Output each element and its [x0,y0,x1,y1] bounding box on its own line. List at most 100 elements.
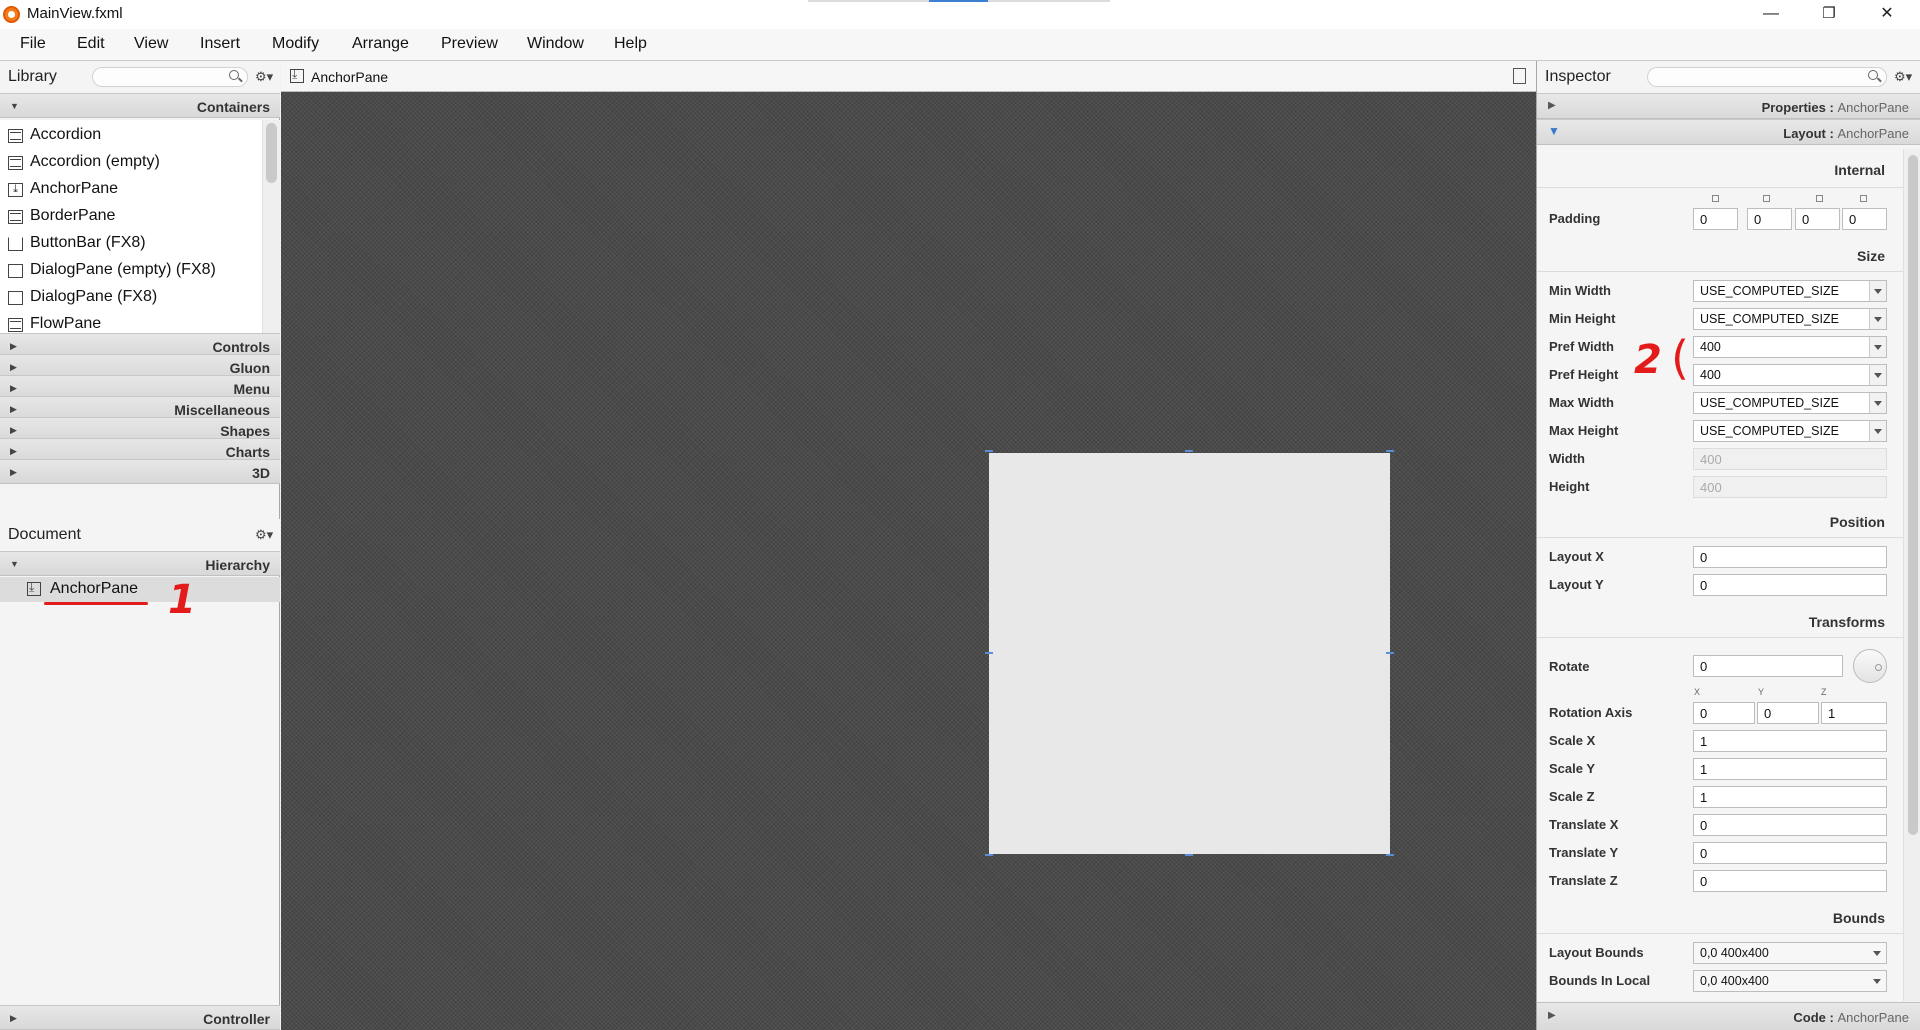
padding-top-icon [1712,195,1719,202]
inspector-section-properties[interactable]: ▶ Properties : AnchorPane [1537,93,1920,119]
rotate-dial[interactable] [1853,649,1887,683]
menu-file[interactable]: File [20,35,46,53]
layout-y-field[interactable]: 0 [1693,574,1887,596]
library-item-dialogpane-empty[interactable]: DialogPane (empty) (FX8) [0,257,262,284]
resize-handle[interactable] [985,652,993,654]
rotation-axis-y-field[interactable]: 0 [1757,702,1819,724]
scale-y-field[interactable]: 1 [1693,758,1887,780]
anchorpane-icon [290,67,304,83]
inspector-settings-gear-icon[interactable]: ⚙▾ [1894,69,1912,85]
chevron-down-icon[interactable] [1869,971,1886,991]
annotation-number-two: 2 [1634,337,1662,383]
breadcrumb-anchorpane[interactable]: AnchorPane [311,69,388,85]
flowpane-icon [8,318,23,332]
chevron-down-icon[interactable] [1869,943,1886,963]
hierarchy-item-anchorpane[interactable]: AnchorPane [0,577,280,602]
scroll-thumb[interactable] [266,123,277,183]
document-header: Document ⚙▾ [0,519,280,551]
pref-width-combo[interactable]: 400 [1693,336,1887,358]
inspector-section-code[interactable]: ▶ Code : AnchorPane [1537,1002,1920,1030]
min-width-combo[interactable]: USE_COMPUTED_SIZE [1693,280,1887,302]
library-item-flowpane[interactable]: FlowPane [0,311,262,333]
max-height-combo[interactable]: USE_COMPUTED_SIZE [1693,420,1887,442]
resize-handle[interactable] [1185,854,1193,856]
padding-right-icon [1763,195,1770,202]
expanded-triangle-icon: ▼ [1548,124,1560,138]
menu-modify[interactable]: Modify [272,35,319,53]
translate-z-field[interactable]: 0 [1693,870,1887,892]
height-field: 400 [1693,476,1887,498]
padding-left-field[interactable]: 0 [1842,208,1887,230]
resize-handle[interactable] [1386,652,1394,654]
inspector-scrollbar[interactable] [1903,149,1920,1001]
collapsed-triangle-icon: ▶ [10,446,17,456]
anchorpane-icon: ⤓ [8,183,23,197]
chevron-down-icon[interactable] [1869,281,1886,301]
library-search-input[interactable] [92,67,248,87]
library-item-anchorpane[interactable]: ⤓ AnchorPane [0,176,262,203]
design-canvas[interactable] [281,92,1536,1030]
max-width-combo[interactable]: USE_COMPUTED_SIZE [1693,392,1887,414]
pref-height-combo[interactable]: 400 [1693,364,1887,386]
menu-bar: File Edit View Insert Modify Arrange Pre… [0,29,1920,61]
document-section-hierarchy[interactable]: ▼ Hierarchy [0,551,280,576]
menu-edit[interactable]: Edit [77,35,105,53]
maximize-button[interactable]: ❐ [1800,0,1858,29]
resize-handle[interactable] [1386,854,1394,856]
library-item-accordion[interactable]: Accordion [0,122,262,149]
dialogpane-icon [8,291,23,305]
inspector-search-input[interactable] [1647,67,1887,87]
layout-x-field[interactable]: 0 [1693,546,1887,568]
library-item-borderpane[interactable]: BorderPane [0,203,262,230]
bounds-in-local-combo[interactable]: 0,0 400x400 [1693,970,1887,992]
library-item-buttonbar[interactable]: ButtonBar (FX8) [0,230,262,257]
scroll-thumb[interactable] [1908,155,1918,835]
expanded-triangle-icon: ▼ [10,559,19,569]
library-section-3d[interactable]: ▶ 3D [0,459,280,484]
document-section-controller[interactable]: ▶ Controller [0,1005,280,1030]
translate-x-field[interactable]: 0 [1693,814,1887,836]
menu-view[interactable]: View [134,35,168,53]
resize-handle[interactable] [1386,450,1394,452]
resize-handle[interactable] [985,854,993,856]
group-bounds: Bounds [1832,910,1885,926]
chevron-down-icon[interactable] [1869,421,1886,441]
collapsed-triangle-icon: ▶ [10,425,17,435]
scale-z-field[interactable]: 1 [1693,786,1887,808]
menu-help[interactable]: Help [614,35,647,53]
padding-top-field[interactable]: 0 [1693,208,1738,230]
menu-preview[interactable]: Preview [441,35,498,53]
padding-bottom-field[interactable]: 0 [1795,208,1840,230]
library-item-dialogpane[interactable]: DialogPane (FX8) [0,284,262,311]
minimize-button[interactable]: — [1742,0,1800,29]
translate-y-field[interactable]: 0 [1693,842,1887,864]
menu-insert[interactable]: Insert [200,35,240,53]
inspector-section-layout[interactable]: ▼ Layout : AnchorPane [1537,119,1920,145]
chevron-down-icon[interactable] [1869,365,1886,385]
group-size: Size [1856,248,1885,264]
chevron-down-icon[interactable] [1869,337,1886,357]
min-height-combo[interactable]: USE_COMPUTED_SIZE [1693,308,1887,330]
menu-arrange[interactable]: Arrange [352,35,409,53]
resize-handle[interactable] [1185,450,1193,452]
layout-bounds-combo[interactable]: 0,0 400x400 [1693,942,1887,964]
rotate-field[interactable]: 0 [1693,655,1843,677]
resize-handle[interactable] [985,450,993,452]
document-icon[interactable] [1513,68,1526,84]
padding-right-field[interactable]: 0 [1747,208,1792,230]
chevron-down-icon[interactable] [1869,309,1886,329]
anchorpane-preview[interactable] [989,453,1390,854]
library-section-containers[interactable]: ▼ Containers [0,93,280,118]
scale-x-field[interactable]: 1 [1693,730,1887,752]
document-settings-gear-icon[interactable]: ⚙▾ [255,527,273,543]
chevron-down-icon[interactable] [1869,393,1886,413]
buttonbar-icon [8,237,23,251]
close-button[interactable]: ✕ [1858,0,1916,29]
library-settings-gear-icon[interactable]: ⚙▾ [255,69,273,85]
library-item-accordion-empty[interactable]: Accordion (empty) [0,149,262,176]
rotation-axis-x-field[interactable]: 0 [1693,702,1755,724]
collapsed-triangle-icon: ▶ [1548,100,1556,111]
rotation-axis-z-field[interactable]: 1 [1821,702,1887,724]
menu-window[interactable]: Window [527,35,584,53]
library-scrollbar[interactable] [262,120,280,333]
